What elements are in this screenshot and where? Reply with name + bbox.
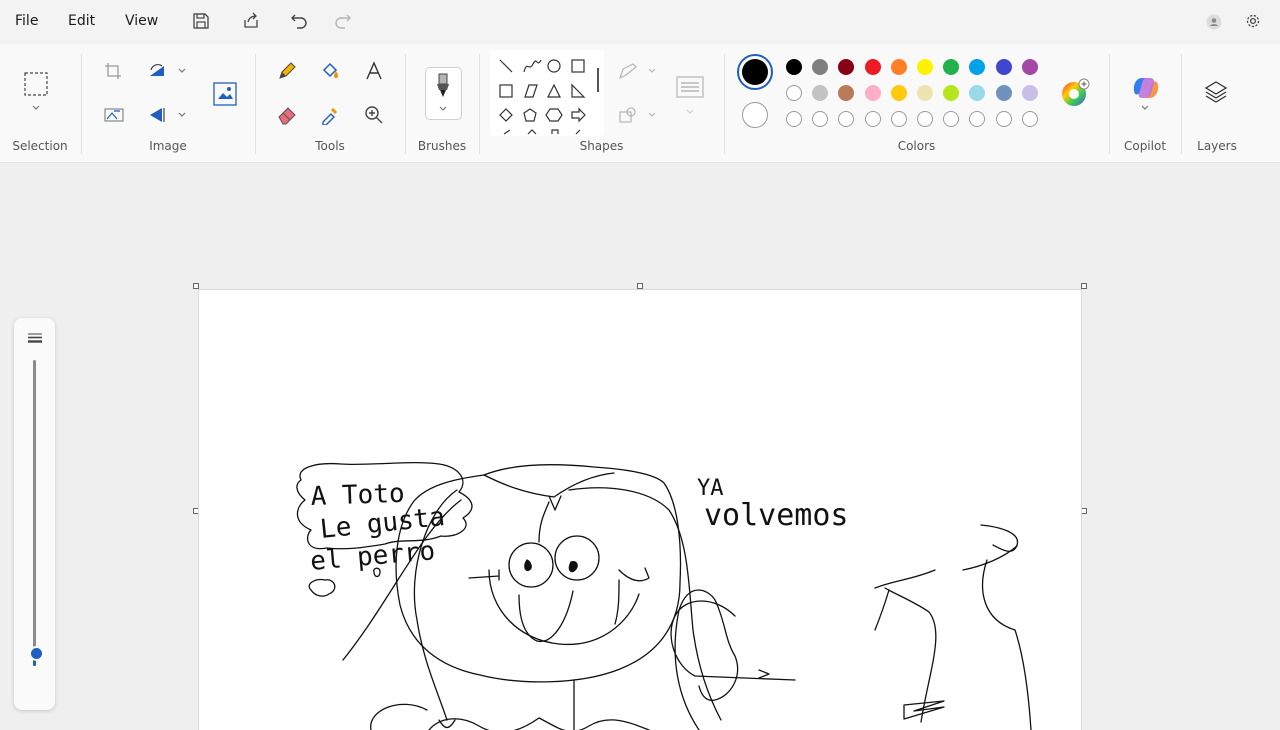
color-swatch[interactable] xyxy=(1021,59,1038,75)
shapes-grid[interactable] xyxy=(490,50,604,136)
color-swatch[interactable] xyxy=(812,59,829,75)
size-slider-track[interactable] xyxy=(33,360,36,666)
resize-handle-top-right[interactable] xyxy=(1081,283,1087,289)
color-swatch[interactable] xyxy=(812,111,829,127)
group-label-selection: Selection xyxy=(12,139,68,153)
menu-view[interactable]: View xyxy=(125,13,158,29)
color-swatch[interactable] xyxy=(917,111,933,127)
flip-icon[interactable] xyxy=(148,106,168,124)
selection-icon[interactable] xyxy=(24,72,48,96)
color-picker-icon[interactable] xyxy=(320,105,340,125)
resize-handle-top[interactable] xyxy=(637,283,643,289)
color-swatch[interactable] xyxy=(995,111,1012,127)
group-label-brushes: Brushes xyxy=(417,139,467,153)
rotate-icon[interactable] xyxy=(148,62,168,80)
chevron-down-icon[interactable] xyxy=(685,108,695,116)
color-swatch[interactable] xyxy=(864,59,881,75)
chevron-down-icon[interactable] xyxy=(1140,104,1150,112)
color-wheel-icon[interactable] xyxy=(1060,78,1092,108)
eraser-icon[interactable] xyxy=(277,105,297,125)
color-swatch[interactable] xyxy=(864,111,881,127)
pencil-icon[interactable] xyxy=(277,61,297,81)
magnifier-icon[interactable] xyxy=(364,105,384,125)
brush-size-icon xyxy=(28,333,42,343)
drawing-canvas[interactable]: A Toto Le gusta el perro YA volvemos xyxy=(199,290,1081,730)
group-label-copilot: Copilot xyxy=(1123,139,1167,153)
menu-file[interactable]: File xyxy=(15,13,38,29)
color-swatch[interactable] xyxy=(969,59,986,75)
resize-handle-right[interactable] xyxy=(1081,508,1087,514)
chevron-down-icon[interactable] xyxy=(647,67,657,75)
outline-icon[interactable] xyxy=(618,62,638,80)
chevron-down-icon xyxy=(439,106,447,111)
freehand-drawing: A Toto Le gusta el perro YA volvemos xyxy=(296,461,1032,730)
color-swatch[interactable] xyxy=(890,85,907,101)
group-label-image: Image xyxy=(149,139,187,153)
chevron-down-icon[interactable] xyxy=(31,104,41,112)
color-swatch[interactable] xyxy=(786,59,802,75)
resize-handle-top-left[interactable] xyxy=(193,283,199,289)
color-swatch[interactable] xyxy=(943,85,960,101)
color-swatch[interactable] xyxy=(943,111,960,127)
scrollbar-thumb[interactable] xyxy=(597,68,599,92)
color-swatch[interactable] xyxy=(812,85,829,101)
brush-icon xyxy=(437,73,449,97)
group-label-colors: Colors xyxy=(897,139,936,153)
canvas-workspace[interactable]: A Toto Le gusta el perro YA volvemos xyxy=(0,163,1280,730)
color-swatch[interactable] xyxy=(917,59,933,75)
undo-icon[interactable] xyxy=(290,12,308,30)
color-swatch[interactable] xyxy=(1021,111,1038,127)
shapes-gallery[interactable] xyxy=(490,50,604,136)
color-swatch[interactable] xyxy=(786,85,802,101)
menu-edit[interactable]: Edit xyxy=(68,13,95,29)
color-swatch[interactable] xyxy=(969,111,986,127)
remove-background-icon[interactable] xyxy=(104,106,124,124)
redo-icon[interactable] xyxy=(334,12,352,30)
color-swatch[interactable] xyxy=(917,85,933,101)
color-swatch[interactable] xyxy=(838,85,855,101)
group-label-shapes: Shapes xyxy=(579,139,624,153)
fill-icon[interactable] xyxy=(320,61,340,81)
gear-icon[interactable] xyxy=(1244,12,1262,30)
crop-icon[interactable] xyxy=(104,62,122,80)
account-icon[interactable] xyxy=(1206,14,1222,30)
color-swatch[interactable] xyxy=(890,111,907,127)
drawing-text-volvemos: volvemos xyxy=(704,498,849,533)
secondary-color[interactable] xyxy=(742,102,768,128)
size-icon[interactable] xyxy=(676,76,704,98)
size-slider-thumb[interactable] xyxy=(29,645,44,661)
color-swatch[interactable] xyxy=(786,111,802,127)
save-icon[interactable] xyxy=(192,12,210,30)
chevron-down-icon[interactable] xyxy=(177,67,187,75)
color-swatch[interactable] xyxy=(864,85,881,101)
color-swatch[interactable] xyxy=(969,85,986,101)
brushes-button[interactable] xyxy=(425,67,462,120)
shape-fill-icon[interactable] xyxy=(618,106,638,124)
color-swatch[interactable] xyxy=(995,85,1012,101)
group-label-tools: Tools xyxy=(315,139,345,153)
zoom-panel xyxy=(14,318,55,710)
primary-color[interactable] xyxy=(742,59,768,85)
group-label-layers: Layers xyxy=(1197,139,1237,153)
color-swatch[interactable] xyxy=(890,59,907,75)
layers-icon[interactable] xyxy=(1204,80,1228,104)
copilot-icon[interactable] xyxy=(1131,74,1161,102)
chevron-down-icon[interactable] xyxy=(177,111,187,119)
color-swatch[interactable] xyxy=(1021,85,1038,101)
color-swatch[interactable] xyxy=(943,59,960,75)
menu-bar: File Edit View xyxy=(0,0,1280,44)
resize-icon[interactable] xyxy=(212,81,238,107)
primary-color-ring[interactable] xyxy=(737,54,773,90)
color-swatch[interactable] xyxy=(838,59,855,75)
text-icon[interactable] xyxy=(364,61,384,81)
color-swatch[interactable] xyxy=(838,111,855,127)
ribbon: Selection Image Tools Brushes Shapes Col… xyxy=(0,44,1280,163)
chevron-down-icon[interactable] xyxy=(647,111,657,119)
share-icon[interactable] xyxy=(242,12,260,30)
color-swatch[interactable] xyxy=(995,59,1012,75)
